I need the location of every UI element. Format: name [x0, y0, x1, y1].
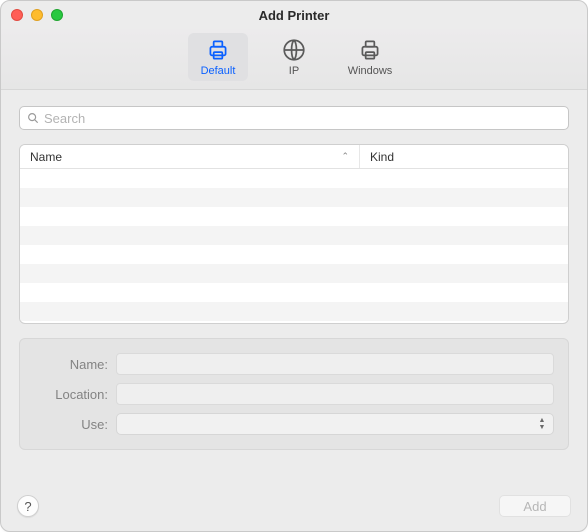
column-label: Kind — [370, 150, 394, 164]
tab-label: Default — [201, 65, 236, 77]
printer-detail-form: Name: Location: Use: ▲▼ — [19, 338, 569, 450]
list-row-empty — [20, 264, 568, 283]
name-field[interactable] — [116, 353, 554, 375]
printer-icon — [205, 37, 231, 63]
column-label: Name — [30, 150, 62, 164]
tab-ip[interactable]: IP — [264, 33, 324, 81]
sort-ascending-icon: ⌃ — [341, 151, 349, 162]
column-header-kind[interactable]: Kind — [360, 145, 568, 168]
minimize-window-button[interactable] — [31, 9, 43, 21]
list-row-empty — [20, 188, 568, 207]
list-header: Name ⌃ Kind — [20, 145, 568, 169]
location-label: Location: — [34, 387, 108, 402]
zoom-window-button[interactable] — [51, 9, 63, 21]
tab-windows[interactable]: Windows — [340, 33, 400, 81]
help-button[interactable]: ? — [17, 495, 39, 517]
window-controls — [11, 9, 63, 21]
select-stepper-icon: ▲▼ — [534, 416, 550, 432]
printer-list: Name ⌃ Kind — [19, 144, 569, 324]
help-icon: ? — [24, 499, 31, 514]
search-icon — [26, 111, 40, 125]
titlebar: Add Printer — [1, 1, 587, 29]
list-row-empty — [20, 245, 568, 264]
list-row-empty — [20, 169, 568, 188]
search-field[interactable] — [19, 106, 569, 130]
list-row-empty — [20, 207, 568, 226]
close-window-button[interactable] — [11, 9, 23, 21]
name-label: Name: — [34, 357, 108, 372]
add-button[interactable]: Add — [499, 495, 571, 517]
use-select[interactable]: ▲▼ — [116, 413, 554, 435]
column-header-name[interactable]: Name ⌃ — [20, 145, 360, 168]
location-field[interactable] — [116, 383, 554, 405]
add-printer-window: Add Printer Default IP Windows — [0, 0, 588, 532]
search-input[interactable] — [44, 111, 562, 126]
list-body — [20, 169, 568, 323]
toolbar: Default IP Windows — [1, 29, 587, 90]
footer: ? Add — [1, 495, 587, 531]
use-label: Use: — [34, 417, 108, 432]
list-row-empty — [20, 302, 568, 321]
tab-label: Windows — [348, 65, 393, 77]
content-area: Name ⌃ Kind Name: Location: — [1, 90, 587, 495]
window-title: Add Printer — [259, 8, 330, 23]
list-row-empty — [20, 283, 568, 302]
tab-label: IP — [289, 65, 299, 77]
tab-default[interactable]: Default — [188, 33, 248, 81]
list-row-empty — [20, 226, 568, 245]
add-button-label: Add — [523, 499, 546, 514]
printer-alt-icon — [357, 37, 383, 63]
globe-icon — [281, 37, 307, 63]
